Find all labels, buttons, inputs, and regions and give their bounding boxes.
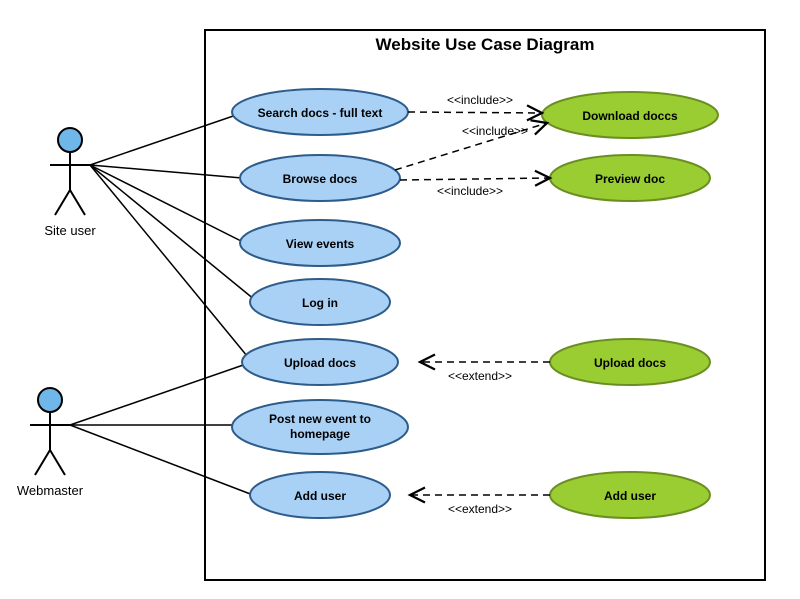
usecase-upload-docs-label: Upload docs [284, 356, 356, 370]
actor-webmaster: Webmaster [17, 388, 84, 498]
usecase-preview-doc-label: Preview doc [595, 172, 665, 186]
usecase-view-events-label: View events [286, 237, 355, 251]
actor-site-user: Site user [44, 128, 96, 238]
extend-label-1: <<extend>> [448, 369, 512, 383]
usecase-add-user-ext-label: Add user [604, 489, 656, 503]
usecase-upload-docs-ext-label: Upload docs [594, 356, 666, 370]
use-cases-secondary: Download doccs Preview doc Upload docs A… [542, 92, 718, 518]
diagram-title: Website Use Case Diagram [376, 35, 595, 54]
associations [70, 112, 255, 495]
use-cases-primary: Search docs - full text Browse docs View… [232, 89, 408, 518]
usecase-log-in-label: Log in [302, 296, 338, 310]
usecase-post-event-label1: Post new event to [269, 412, 371, 426]
include-label-2: <<include>> [462, 124, 528, 138]
dependencies [395, 112, 550, 495]
usecase-post-event-label2: homepage [290, 427, 350, 441]
usecase-add-user-label: Add user [294, 489, 346, 503]
actor-site-user-label: Site user [44, 223, 96, 238]
include-label-1: <<include>> [447, 93, 513, 107]
usecase-search-docs-label: Search docs - full text [258, 106, 383, 120]
include-label-3: <<include>> [437, 184, 503, 198]
extend-label-2: <<extend>> [448, 502, 512, 516]
usecase-browse-docs-label: Browse docs [283, 172, 358, 186]
usecase-download-docs-label: Download doccs [582, 109, 678, 123]
actor-webmaster-label: Webmaster [17, 483, 84, 498]
